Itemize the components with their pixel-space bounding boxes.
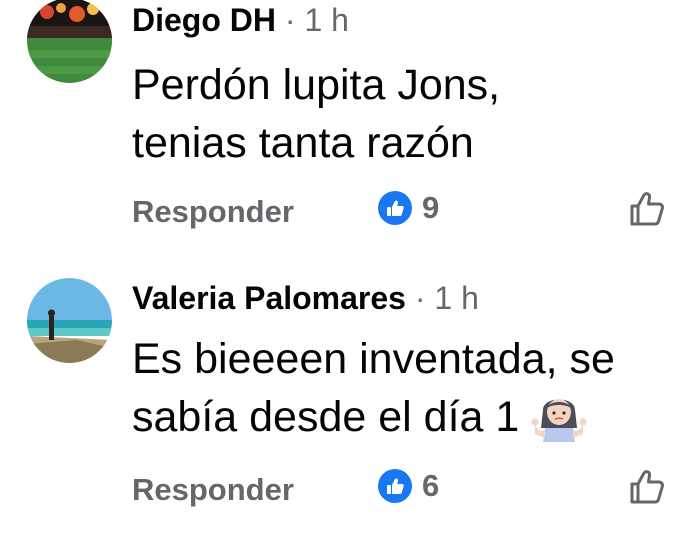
thumbs-up-outline-icon — [630, 470, 664, 504]
woman-shrugging-emoji-icon — [531, 388, 587, 444]
comment-text-line: Es bieeeen inventada, se — [132, 335, 615, 383]
thumbs-up-reaction-icon — [378, 191, 412, 225]
comment-text-line-with-emoji: sabía desde el día 1 — [132, 388, 615, 448]
reaction-summary[interactable]: 9 — [378, 188, 439, 228]
thumbs-up-outline-icon — [630, 192, 664, 226]
avatar[interactable] — [27, 0, 112, 83]
beach-photo-avatar — [27, 278, 112, 363]
avatar[interactable] — [27, 278, 112, 363]
timestamp[interactable]: 1 h — [434, 280, 478, 316]
reaction-count: 9 — [422, 190, 440, 225]
comment-text: Es bieeeen inventada, se sabía desde el … — [132, 330, 615, 448]
author-name[interactable]: Diego DH — [132, 2, 276, 38]
thumbs-up-reaction-icon — [378, 469, 412, 503]
separator-dot: · — [284, 2, 296, 38]
comment-header: Diego DH · 1 h — [132, 0, 349, 40]
comment-header: Valeria Palomares · 1 h — [132, 278, 479, 318]
reply-button[interactable]: Responder — [132, 470, 294, 510]
comment-text-line: tenias tanta razón — [132, 119, 474, 167]
stadium-photo-avatar — [27, 0, 112, 83]
comment-text: Perdón lupita Jons, tenias tanta razón — [132, 56, 500, 172]
separator-dot: · — [414, 280, 426, 316]
reply-button[interactable]: Responder — [132, 192, 294, 232]
like-button[interactable] — [628, 468, 666, 506]
timestamp[interactable]: 1 h — [304, 2, 348, 38]
like-button[interactable] — [628, 190, 666, 228]
comment-text-line: Perdón lupita Jons, — [132, 61, 501, 109]
comment-text-line: sabía desde el día 1 — [132, 393, 520, 441]
reaction-summary[interactable]: 6 — [378, 466, 439, 506]
reaction-count: 6 — [422, 468, 440, 503]
author-name[interactable]: Valeria Palomares — [132, 280, 406, 316]
comment-item: Diego DH · 1 h Perdón lupita Jons, tenia… — [0, 0, 700, 260]
comment-item: Valeria Palomares · 1 h Es bieeeen inven… — [0, 272, 700, 538]
